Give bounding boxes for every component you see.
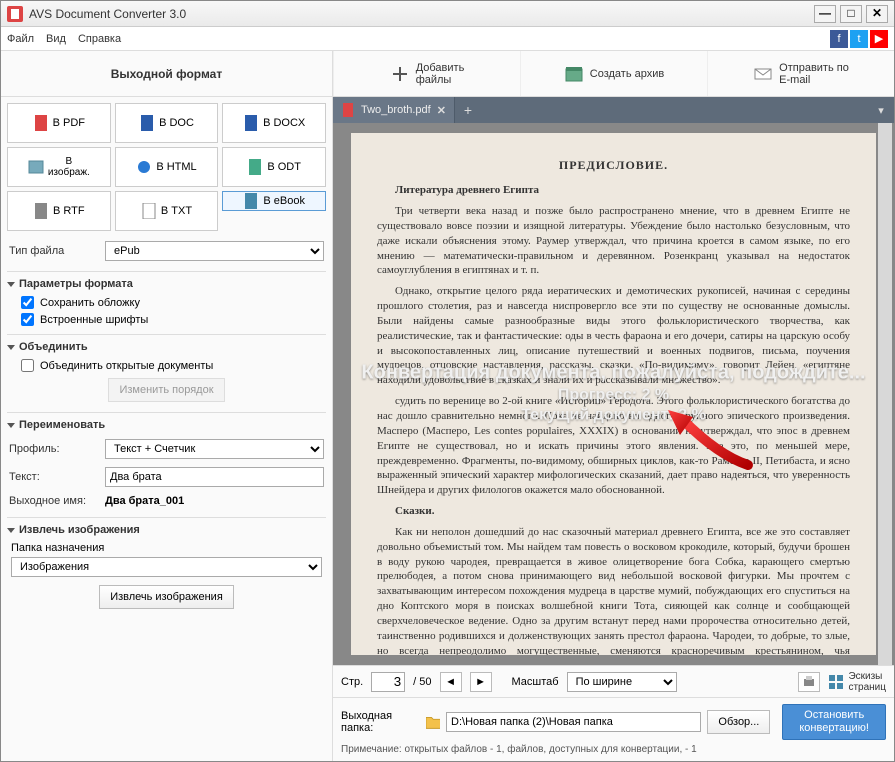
create-archive-button[interactable]: Создать архив <box>520 51 707 96</box>
tab-label: Two_broth.pdf <box>361 104 431 116</box>
page-label: Стр. <box>341 676 363 688</box>
email-icon <box>753 64 773 84</box>
footer-note: Примечание: открытых файлов - 1, файлов,… <box>341 744 886 755</box>
youtube-icon[interactable]: ▶ <box>870 30 888 48</box>
facebook-icon[interactable]: f <box>830 30 848 48</box>
stop-conversion-button[interactable]: Остановить конвертацию! <box>782 704 886 740</box>
format-ebook[interactable]: В eBook <box>222 191 326 211</box>
tab-close-icon[interactable]: ✕ <box>437 104 446 117</box>
doc-icon <box>139 115 155 131</box>
section-params[interactable]: Параметры формата <box>7 278 326 290</box>
page-current-input[interactable] <box>371 672 405 692</box>
browse-button[interactable]: Обзор... <box>707 710 770 734</box>
output-folder-label: Выходная папка: <box>341 710 420 734</box>
chevron-down-icon <box>7 423 15 428</box>
output-folder-input[interactable] <box>446 712 701 732</box>
merge-open-label: Объединить открытые документы <box>40 360 213 372</box>
thumbnails-button[interactable]: Эскизы страниц <box>828 671 886 693</box>
html-icon <box>136 159 152 175</box>
menu-help[interactable]: Справка <box>78 33 121 45</box>
profile-select[interactable]: Текст + Счетчик <box>105 439 324 459</box>
app-icon <box>7 6 23 22</box>
text-label: Текст: <box>9 471 99 483</box>
thumbnails-icon <box>828 674 844 690</box>
filetype-label: Тип файла <box>9 245 99 257</box>
merge-open-checkbox[interactable] <box>21 359 34 372</box>
output-format-header: Выходной формат <box>1 51 333 96</box>
plus-icon <box>390 64 410 84</box>
menu-file[interactable]: Файл <box>7 33 34 45</box>
menu-view[interactable]: Вид <box>46 33 66 45</box>
ebook-icon <box>243 193 259 209</box>
chevron-down-icon <box>7 345 15 350</box>
pdf-tab-icon <box>341 103 355 117</box>
outname-label: Выходное имя: <box>9 495 99 507</box>
twitter-icon[interactable]: t <box>850 30 868 48</box>
page-total: / 50 <box>413 676 431 688</box>
doc-pretitle: ПРЕДИСЛОВИЕ. <box>377 157 850 173</box>
add-tab-button[interactable]: + <box>455 97 481 123</box>
chevron-down-icon <box>7 282 15 287</box>
extract-images-button[interactable]: Извлечь изображения <box>99 585 234 609</box>
embed-fonts-label: Встроенные шрифты <box>40 314 148 326</box>
section-extract[interactable]: Извлечь изображения <box>7 524 326 536</box>
format-txt[interactable]: В TXT <box>115 191 219 231</box>
text-input[interactable] <box>105 467 324 487</box>
pdf-icon <box>33 115 49 131</box>
page-prev-button[interactable]: ◄ <box>440 672 462 692</box>
document-tab[interactable]: Two_broth.pdf ✕ <box>333 97 455 123</box>
chevron-down-icon <box>7 528 15 533</box>
embed-fonts-checkbox[interactable] <box>21 313 34 326</box>
dest-label: Папка назначения <box>11 542 322 554</box>
send-email-button[interactable]: Отправить по E-mail <box>707 51 894 96</box>
preview-scrollbar[interactable] <box>878 123 892 665</box>
page-next-button[interactable]: ► <box>470 672 492 692</box>
profile-label: Профиль: <box>9 443 99 455</box>
archive-icon <box>564 64 584 84</box>
keep-cover-checkbox[interactable] <box>21 296 34 309</box>
format-image[interactable]: В изображ. <box>7 147 111 187</box>
print-icon <box>802 675 816 689</box>
minimize-button[interactable]: — <box>814 5 836 23</box>
filetype-select[interactable]: ePub <box>105 241 324 261</box>
format-odt[interactable]: В ODT <box>222 147 326 187</box>
document-preview: ПРЕДИСЛОВИЕ. Литература древнего Египта … <box>351 133 876 655</box>
format-pdf[interactable]: В PDF <box>7 103 111 143</box>
format-doc[interactable]: В DOC <box>115 103 219 143</box>
docx-icon <box>243 115 259 131</box>
image-icon <box>28 159 44 175</box>
dest-folder-select[interactable]: Изображения <box>11 557 322 577</box>
zoom-select[interactable]: По ширине <box>567 672 677 692</box>
reorder-button: Изменить порядок <box>108 378 224 402</box>
zoom-label: Масштаб <box>512 676 559 688</box>
section-merge[interactable]: Объединить <box>7 341 326 353</box>
format-docx[interactable]: В DOCX <box>222 103 326 143</box>
maximize-button[interactable]: □ <box>840 5 862 23</box>
add-files-button[interactable]: Добавить файлы <box>333 51 520 96</box>
odt-icon <box>247 159 263 175</box>
keep-cover-label: Сохранить обложку <box>40 297 140 309</box>
window-title: AVS Document Converter 3.0 <box>29 7 814 21</box>
rtf-icon <box>33 203 49 219</box>
format-rtf[interactable]: В RTF <box>7 191 111 231</box>
close-button[interactable]: ✕ <box>866 5 888 23</box>
folder-icon <box>426 715 441 729</box>
format-html[interactable]: В HTML <box>115 147 219 187</box>
outname-value: Два брата_001 <box>105 495 184 507</box>
section-rename[interactable]: Переименовать <box>7 419 326 431</box>
tab-menu-button[interactable]: ▾ <box>868 97 894 123</box>
txt-icon <box>141 203 157 219</box>
print-button[interactable] <box>798 672 820 692</box>
